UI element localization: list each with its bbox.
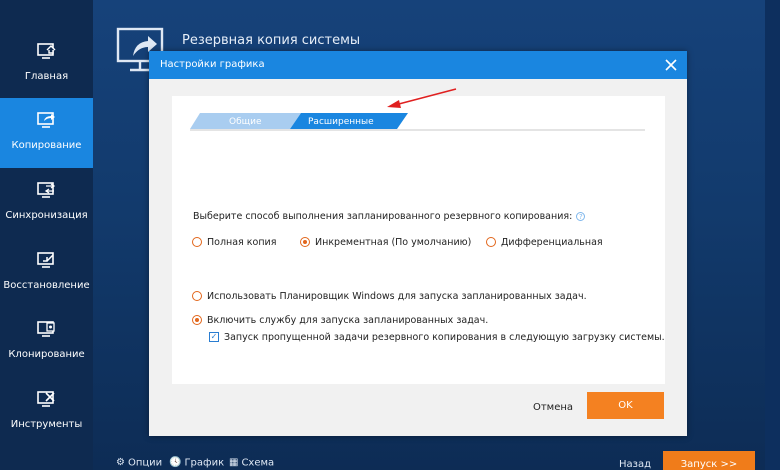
- ok-button[interactable]: OK: [587, 392, 664, 419]
- tab-advanced-label[interactable]: Расширенные: [308, 117, 374, 127]
- radio-label: Дифференциальная: [501, 237, 603, 248]
- radio-button[interactable]: [486, 236, 496, 247]
- close-icon[interactable]: [665, 59, 677, 71]
- restore-icon: [37, 252, 54, 268]
- sync-icon: [37, 182, 56, 198]
- schedule-settings-dialog: Настройки графика Общие Расширенные Выбе…: [149, 51, 687, 436]
- options-link[interactable]: ⚙ Опции: [116, 457, 162, 469]
- radio-enable-service[interactable]: Включить службу для запуска запланирован…: [192, 314, 489, 326]
- sidebar-item-label: Синхронизация: [5, 210, 88, 221]
- radio-label: Включить службу для запуска запланирован…: [207, 315, 489, 326]
- radio-button[interactable]: [192, 290, 202, 301]
- radio-button[interactable]: [300, 236, 310, 247]
- tab-general-label[interactable]: Общие: [229, 117, 262, 127]
- schedule-link[interactable]: 🕓 График: [169, 457, 224, 469]
- tools-icon: [37, 391, 55, 407]
- radio-full-backup[interactable]: Полная копия: [192, 236, 277, 248]
- sidebar-item-restore[interactable]: Восстановление: [0, 238, 93, 308]
- checkbox[interactable]: ✓: [209, 331, 219, 342]
- sidebar-item-home[interactable]: Главная: [0, 29, 93, 99]
- right-edge: [765, 0, 780, 470]
- sidebar: Главная Копирование Синхронизация Восста…: [0, 0, 93, 470]
- clock-icon: 🕓: [169, 457, 182, 468]
- checkbox-run-missed-task[interactable]: ✓ Запуск пропущенной задачи резервного ко…: [209, 331, 665, 343]
- scheme-label: Схема: [241, 457, 275, 469]
- radio-label: Полная копия: [207, 237, 277, 248]
- home-icon: [37, 43, 56, 59]
- dialog-header: Настройки графика: [149, 51, 687, 79]
- sidebar-item-label: Главная: [24, 71, 69, 82]
- schedule-label: График: [184, 457, 225, 469]
- cancel-button[interactable]: Отмена: [530, 398, 576, 418]
- sidebar-item-label: Инструменты: [10, 419, 83, 430]
- dialog-title: Настройки графика: [160, 59, 265, 70]
- radio-label: Инкрементная (По умолчанию): [315, 237, 472, 248]
- sidebar-item-clone[interactable]: Клонирование: [0, 307, 93, 377]
- backup-mode-question: Выберите способ выполнения запланированн…: [193, 211, 586, 222]
- sidebar-item-tools[interactable]: Инструменты: [0, 377, 93, 447]
- gear-icon: ⚙: [116, 457, 125, 468]
- radio-label: Использовать Планировщик Windows для зап…: [207, 291, 587, 302]
- radio-incremental-backup[interactable]: Инкрементная (По умолчанию): [300, 236, 472, 248]
- scheme-link[interactable]: ▦ Схема: [229, 457, 274, 469]
- sidebar-item-backup[interactable]: Копирование: [0, 98, 93, 168]
- start-button[interactable]: Запуск >>: [663, 451, 755, 470]
- help-icon[interactable]: ?: [576, 212, 586, 221]
- back-button[interactable]: Назад: [619, 459, 651, 470]
- settings-panel: Общие Расширенные Выберите способ выполн…: [172, 96, 665, 384]
- radio-differential-backup[interactable]: Дифференциальная: [486, 236, 603, 248]
- radio-windows-scheduler[interactable]: Использовать Планировщик Windows для зап…: [192, 290, 587, 302]
- checkbox-label: Запуск пропущенной задачи резервного коп…: [224, 332, 665, 343]
- calendar-icon: ▦: [229, 457, 239, 468]
- sidebar-item-label: Восстановление: [3, 280, 90, 291]
- sidebar-item-sync[interactable]: Синхронизация: [0, 168, 93, 238]
- radio-button[interactable]: [192, 236, 202, 247]
- page-title: Резервная копия системы: [182, 33, 361, 48]
- clone-icon: [37, 321, 55, 337]
- options-label: Опции: [127, 457, 163, 469]
- backup-icon: [37, 112, 55, 128]
- question-text: Выберите способ выполнения запланированн…: [193, 211, 573, 222]
- sidebar-item-label: Копирование: [11, 140, 82, 151]
- radio-button[interactable]: [192, 314, 202, 325]
- sidebar-item-label: Клонирование: [8, 349, 85, 360]
